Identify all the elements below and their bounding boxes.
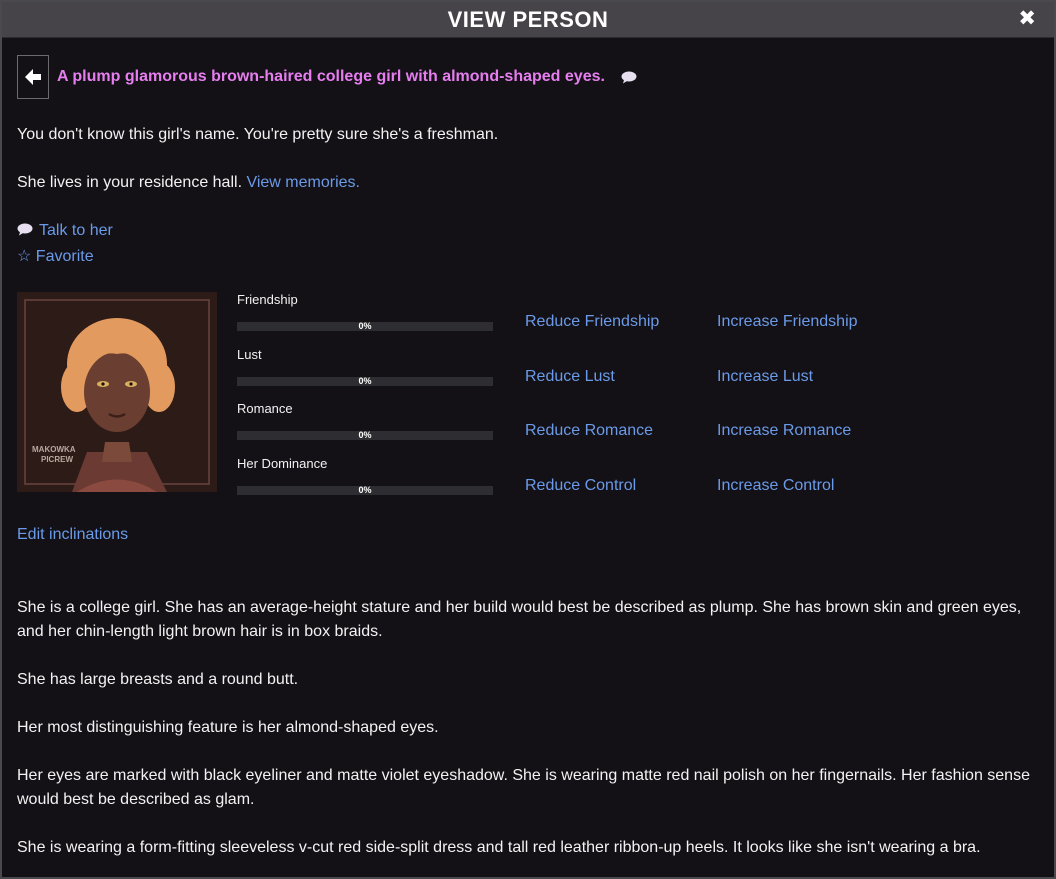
reduce-control-link[interactable]: Reduce Control (525, 477, 636, 495)
stat-label-romance: Romance (237, 401, 293, 416)
name-line: You don't know this girl's name. You're … (17, 126, 499, 143)
arrow-left-icon (25, 69, 41, 85)
dialog-title: VIEW PERSON (447, 7, 609, 32)
speech-bubble-icon (17, 223, 33, 236)
reduce-romance-link[interactable]: Reduce Romance (525, 422, 653, 440)
description-paragraph: Her most distinguishing feature is her a… (17, 719, 439, 736)
speech-bubble-icon[interactable] (621, 71, 637, 84)
watermark-line1: MAKOWKA (32, 445, 76, 454)
increase-control-link[interactable]: Increase Control (717, 477, 834, 495)
description-paragraph: Her eyes are marked with black eyeliner … (17, 767, 1030, 808)
residence-text: She lives in your residence hall. (17, 174, 243, 191)
progress-bar-dominance: 0% (237, 485, 493, 495)
view-person-dialog: VIEW PERSON ✖ A plump glamorous brown-ha… (0, 0, 1056, 879)
view-memories-link[interactable]: View memories. (246, 174, 360, 191)
description-paragraph: She is wearing a form-fitting sleeveless… (17, 839, 981, 856)
stat-label-lust: Lust (237, 347, 262, 362)
portrait-illustration: MAKOWKA PICREW (17, 292, 217, 492)
description-paragraph: She is a college girl. She has an averag… (17, 599, 1022, 640)
back-button[interactable] (17, 55, 49, 99)
description-paragraph: She has large breasts and a round butt. (17, 671, 299, 688)
progress-percent: 0% (358, 321, 372, 331)
reduce-lust-link[interactable]: Reduce Lust (525, 368, 615, 386)
title-bar: VIEW PERSON ✖ (2, 2, 1054, 38)
progress-bar-lust: 0% (237, 376, 493, 386)
increase-lust-link[interactable]: Increase Lust (717, 368, 813, 386)
progress-bar-friendship: 0% (237, 321, 493, 331)
talk-action[interactable]: Talk to her (17, 222, 113, 240)
increase-romance-link[interactable]: Increase Romance (717, 422, 851, 440)
favorite-action[interactable]: ☆ Favorite (17, 246, 94, 266)
talk-to-her-link[interactable]: Talk to her (39, 222, 113, 239)
portrait-image: MAKOWKA PICREW (17, 292, 217, 492)
progress-bar-romance: 0% (237, 430, 493, 440)
person-title: A plump glamorous brown-haired college g… (57, 68, 605, 85)
residence-line: She lives in your residence hall. View m… (17, 174, 360, 192)
person-header: A plump glamorous brown-haired college g… (17, 54, 637, 100)
progress-percent: 0% (358, 485, 372, 495)
increase-friendship-link[interactable]: Increase Friendship (717, 313, 858, 331)
stat-label-dominance: Her Dominance (237, 456, 328, 471)
watermark-line2: PICREW (41, 455, 73, 464)
close-icon[interactable]: ✖ (1018, 6, 1036, 32)
reduce-friendship-link[interactable]: Reduce Friendship (525, 313, 659, 331)
star-icon: ☆ (17, 248, 32, 265)
edit-inclinations-link[interactable]: Edit inclinations (17, 526, 128, 544)
progress-percent: 0% (358, 376, 372, 386)
stat-label-friendship: Friendship (237, 292, 298, 307)
favorite-link[interactable]: Favorite (36, 248, 94, 265)
progress-percent: 0% (358, 430, 372, 440)
